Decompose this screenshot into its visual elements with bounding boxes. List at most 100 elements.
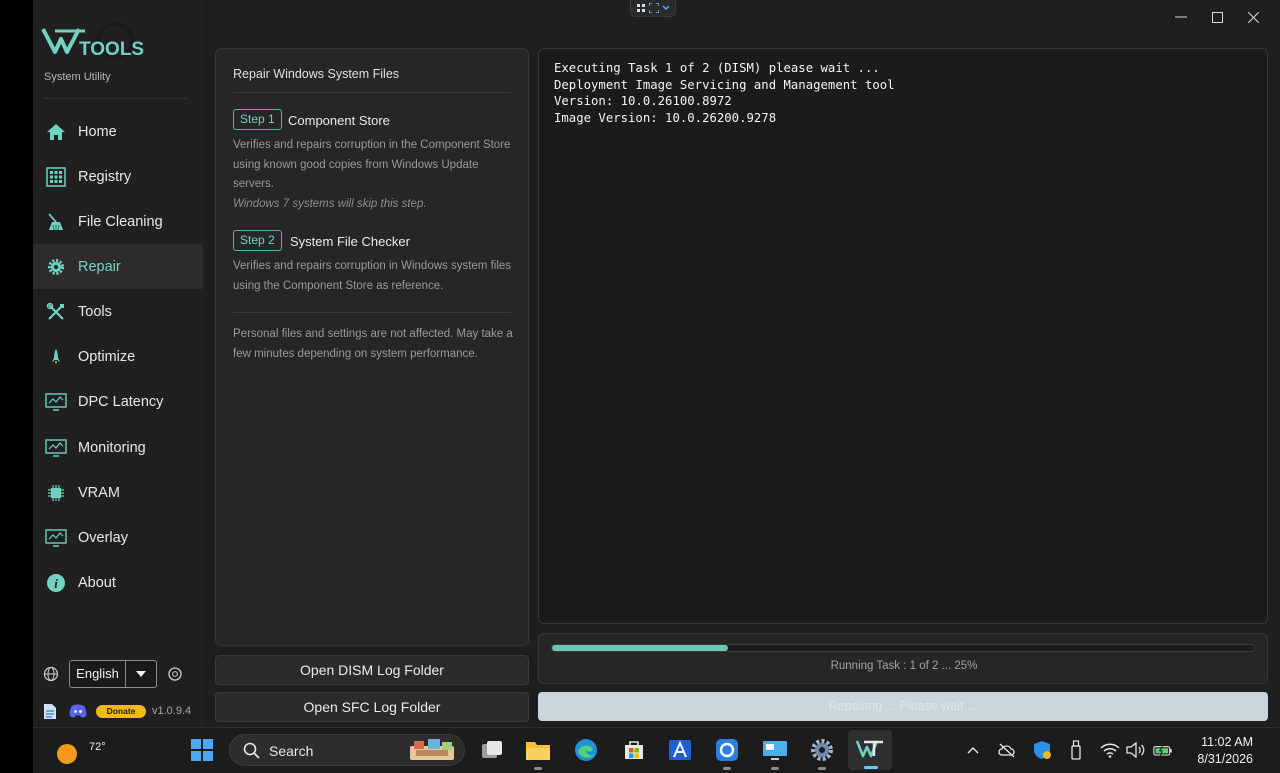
snap-layout-control[interactable] — [630, 0, 676, 17]
panel-title: Repair Windows System Files — [233, 67, 400, 81]
cloud-off-icon[interactable] — [997, 740, 1017, 760]
sidebar-item-repair[interactable]: Repair — [33, 244, 203, 289]
step-1-desc-text: Verifies and repairs corruption in the C… — [233, 139, 511, 190]
sidebar-item-about[interactable]: i About — [33, 560, 203, 605]
tools-icon — [45, 301, 67, 323]
open-dism-log-button[interactable]: Open DISM Log Folder — [215, 655, 529, 685]
chevron-down-icon[interactable] — [126, 661, 156, 687]
console-output[interactable]: Executing Task 1 of 2 (DISM) please wait… — [538, 48, 1268, 624]
globe-icon — [43, 666, 59, 682]
step-1-badge: Step 1 — [233, 109, 282, 130]
windows-icon — [191, 739, 213, 761]
taskbar-sync-app[interactable] — [713, 736, 741, 770]
console-line: Image Version: 10.0.26200.9278 — [554, 111, 777, 126]
monitor-chart-icon — [45, 527, 67, 549]
sidebar-item-label: File Cleaning — [78, 213, 163, 230]
running-indicator — [723, 767, 731, 770]
settings-gear-icon — [811, 739, 833, 761]
taskbar-app-a[interactable] — [666, 736, 694, 764]
step-1-title: Component Store — [288, 113, 390, 128]
svg-text:i: i — [54, 576, 58, 591]
taskbar-wtools[interactable] — [848, 730, 892, 770]
taskbar-monitor-app[interactable] — [761, 736, 789, 770]
taskbar-clock[interactable]: 11:02 AM 8/31/2026 — [1197, 734, 1253, 768]
repair-action-button: Repairing ... Please wait ... — [538, 692, 1268, 721]
rocket-icon — [45, 346, 67, 368]
sidebar-item-registry[interactable]: Registry — [33, 154, 203, 199]
taskbar-file-explorer[interactable] — [524, 736, 552, 770]
logo-text: TOOLS — [79, 39, 144, 60]
taskbar-store[interactable] — [620, 736, 648, 764]
broom-icon — [45, 211, 67, 233]
fullscreen-icon — [648, 3, 659, 13]
document-icon[interactable] — [43, 703, 57, 720]
monitor-chart-icon — [45, 437, 67, 459]
sidebar-item-vram[interactable]: VRAM — [33, 470, 203, 515]
sidebar: TOOLS System Utility Home Registry File … — [33, 0, 203, 730]
screen: TOOLS System Utility Home Registry File … — [0, 0, 1280, 773]
defender-shield-icon[interactable] — [1032, 740, 1052, 760]
active-indicator — [864, 766, 878, 769]
sidebar-item-dpc-latency[interactable]: DPC Latency — [33, 379, 203, 424]
wtools-icon — [856, 740, 883, 758]
chevron-up-icon[interactable] — [963, 740, 983, 760]
registry-icon — [45, 166, 67, 188]
battery-charging-icon[interactable] — [1153, 740, 1173, 760]
start-button[interactable] — [188, 736, 216, 764]
running-indicator — [534, 767, 542, 770]
monitor-chart-icon — [45, 391, 67, 413]
taskbar-search[interactable]: Search — [229, 734, 465, 766]
sidebar-item-overlay[interactable]: Overlay — [33, 515, 203, 560]
sidebar-item-label: Registry — [78, 168, 132, 185]
progress-text: Running Task : 1 of 2 ... 25% — [830, 660, 978, 672]
chip-icon — [45, 482, 67, 504]
sidebar-item-label: Monitoring — [78, 439, 146, 456]
wifi-icon[interactable] — [1100, 740, 1120, 760]
panel-divider — [233, 92, 511, 93]
sidebar-item-monitoring[interactable]: Monitoring — [33, 425, 203, 470]
open-sfc-log-button[interactable]: Open SFC Log Folder — [215, 692, 529, 722]
taskbar-edge[interactable] — [572, 736, 600, 764]
usb-drive-icon[interactable] — [1066, 740, 1086, 760]
chevron-down-icon — [662, 5, 669, 10]
theme-toggle-icon[interactable] — [167, 666, 183, 682]
donate-button[interactable]: Donate — [96, 705, 146, 718]
edge-icon — [575, 739, 597, 761]
taskbar-settings[interactable] — [808, 736, 836, 770]
task-view-button[interactable] — [478, 736, 506, 764]
weather-widget[interactable]: 72° — [55, 736, 106, 766]
running-indicator — [818, 767, 826, 770]
language-select[interactable]: English — [69, 660, 157, 688]
sidebar-divider — [43, 98, 187, 99]
clock-time: 11:02 AM — [1201, 735, 1253, 749]
close-button[interactable] — [1243, 8, 1263, 26]
sidebar-item-tools[interactable]: Tools — [33, 289, 203, 334]
sidebar-item-optimize[interactable]: Optimize — [33, 334, 203, 379]
search-label: Search — [269, 743, 314, 759]
task-view-icon — [482, 741, 502, 758]
monitor-icon — [763, 741, 787, 760]
sync-icon — [716, 739, 738, 761]
app-logo: TOOLS — [41, 22, 161, 66]
sidebar-item-home[interactable]: Home — [33, 109, 203, 154]
sidebar-item-file-cleaning[interactable]: File Cleaning — [33, 199, 203, 244]
sidebar-item-label: DPC Latency — [78, 393, 164, 410]
progress-bar — [551, 644, 1255, 652]
search-icon — [243, 742, 260, 759]
maximize-button[interactable] — [1207, 8, 1227, 26]
discord-icon[interactable] — [69, 704, 87, 718]
clock-date: 8/31/2026 — [1197, 752, 1253, 766]
weather-sun-icon — [57, 744, 77, 764]
sidebar-item-label: Overlay — [78, 529, 128, 546]
minimize-button[interactable] — [1171, 8, 1191, 26]
sidebar-item-label: VRAM — [78, 484, 120, 501]
sidebar-item-label: Optimize — [78, 348, 136, 365]
store-icon — [625, 741, 643, 759]
language-value: English — [70, 661, 126, 687]
step-2-description: Verifies and repairs corruption in Windo… — [233, 260, 512, 292]
step-2-badge: Step 2 — [233, 230, 282, 251]
running-indicator — [771, 767, 779, 770]
app-a-icon — [669, 740, 691, 760]
volume-icon[interactable] — [1126, 740, 1146, 760]
app-window: TOOLS System Utility Home Registry File … — [33, 0, 1280, 730]
